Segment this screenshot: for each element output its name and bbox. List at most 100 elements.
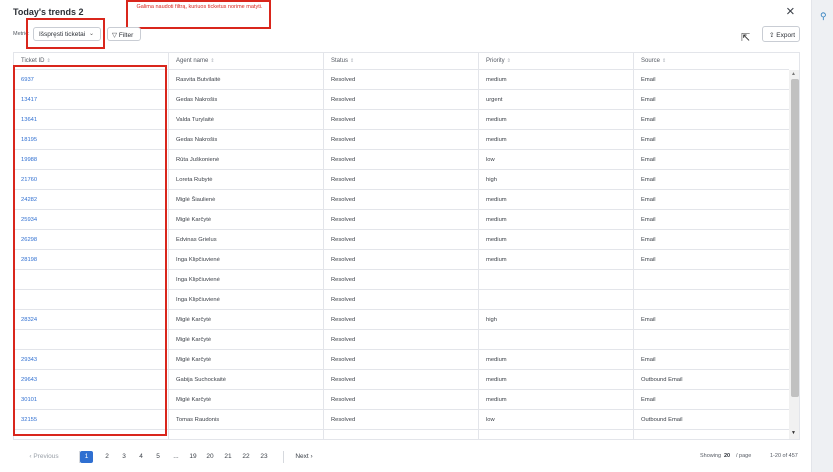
page-button[interactable]: 1: [80, 451, 93, 463]
column-header-label: Priority: [486, 58, 505, 64]
page-button[interactable]: 23: [257, 451, 271, 463]
ticket-id-link[interactable]: 25934: [14, 210, 169, 230]
side-panel-icon[interactable]: ⚲: [820, 11, 827, 22]
scroll-up-icon[interactable]: ▲: [791, 71, 796, 77]
column-header-status[interactable]: Status ⇕: [324, 53, 479, 70]
tickets-table: Ticket ID ⇕ Agent name ⇕ Status ⇕ Priority ⇕…: [13, 52, 800, 440]
metric-select[interactable]: Išspręsti ticketai ⌄: [33, 27, 101, 41]
status-cell: Resolved: [324, 330, 479, 350]
agent-name-cell: Edvinas Grielus: [169, 230, 324, 250]
table-row[interactable]: 32155 Tomas Raudonis Resolved low Outbound E…: [14, 410, 789, 430]
ticket-id-link[interactable]: 13641: [14, 110, 169, 130]
agent-name-cell: Loreta Rubytė: [169, 170, 324, 190]
column-header-priority[interactable]: Priority ⇕: [479, 53, 634, 70]
ticket-id-link[interactable]: 6937: [14, 70, 169, 90]
filter-button[interactable]: ▽ Filter: [107, 27, 141, 41]
previous-page-button[interactable]: ‹ Previous: [21, 451, 67, 463]
export-icon: ⇪: [769, 32, 775, 39]
priority-cell: medium: [479, 390, 634, 410]
source-cell: Email: [641, 77, 656, 83]
ticket-id-link[interactable]: 19988: [14, 150, 169, 170]
agent-name-cell: Rasvita Butvilaitė: [169, 70, 324, 90]
table-row[interactable]: 24282 Miglė Šiaulienė Resolved medium Email: [14, 190, 789, 210]
table-row[interactable]: 26298 Edvinas Grielus Resolved medium Email: [14, 230, 789, 250]
page-button[interactable]: 19: [186, 451, 200, 463]
ticket-id-link[interactable]: 29343: [14, 350, 169, 370]
table-row[interactable]: 13641 Valda Turylaitė Resolved medium Email: [14, 110, 789, 130]
page-button[interactable]: 22: [239, 451, 253, 463]
page-button[interactable]: 3: [117, 451, 131, 463]
next-page-button[interactable]: Next ›: [289, 451, 319, 463]
source-cell: Email: [641, 197, 656, 203]
export-button-label: Export: [776, 32, 796, 39]
table-row[interactable]: 25934 Miglė Karčytė Resolved medium Email: [14, 210, 789, 230]
page-button[interactable]: 20: [203, 451, 217, 463]
ticket-id-link: [14, 330, 169, 350]
chevron-down-icon: ⌄: [88, 31, 94, 37]
mouse-cursor-icon: ⇱: [741, 32, 751, 44]
table-row[interactable]: 13417 Gedas Nakrošis Resolved urgent Email: [14, 90, 789, 110]
priority-cell: medium: [479, 190, 634, 210]
agent-name-cell: Rūta Juškonienė: [169, 150, 324, 170]
priority-cell: [479, 430, 634, 439]
ticket-id-link[interactable]: 21760: [14, 170, 169, 190]
table-row[interactable]: 29643 Gabija Suchockaitė Resolved medium Out…: [14, 370, 789, 390]
status-cell: Resolved: [324, 210, 479, 230]
source-cell: Email: [641, 117, 656, 123]
table-row[interactable]: 6937 Rasvita Butvilaitė Resolved medium Emai…: [14, 70, 789, 90]
status-cell: Resolved: [324, 90, 479, 110]
table-row[interactable]: 28324 Miglė Karčytė Resolved high Email: [14, 310, 789, 330]
showing-label: Showing: [700, 453, 722, 459]
page-button[interactable]: 21: [221, 451, 235, 463]
page-button[interactable]: 5: [151, 451, 165, 463]
column-header-source[interactable]: Source ⇕: [634, 53, 789, 70]
per-page-select[interactable]: 20: [724, 453, 730, 459]
ticket-id-link[interactable]: 29643: [14, 370, 169, 390]
ticket-id-link[interactable]: 28324: [14, 310, 169, 330]
source-cell: Email: [641, 97, 656, 103]
agent-name-cell: Inga Klipčiuvienė: [169, 270, 324, 290]
ticket-id-link[interactable]: 18195: [14, 130, 169, 150]
sort-icon: ⇕: [210, 58, 215, 64]
table-row[interactable]: 19988 Rūta Juškonienė Resolved low Email: [14, 150, 789, 170]
ticket-id-link[interactable]: 28198: [14, 250, 169, 270]
modal-title: Today's trends 2: [13, 7, 84, 17]
table-row[interactable]: 21760 Loreta Rubytė Resolved high Email: [14, 170, 789, 190]
table-row[interactable]: 18195 Gedas Nakrošis Resolved medium Email: [14, 130, 789, 150]
scrollbar-thumb[interactable]: [791, 79, 799, 397]
status-cell: Resolved: [324, 350, 479, 370]
page-button[interactable]: 2: [100, 451, 114, 463]
table-row[interactable]: [14, 430, 789, 439]
agent-name-cell: Miglė Šiaulienė: [169, 190, 324, 210]
ticket-id-link[interactable]: 13417: [14, 90, 169, 110]
table-row[interactable]: 28198 Inga Klipčiuvienė Resolved medium Emai…: [14, 250, 789, 270]
source-cell: Email: [641, 137, 656, 143]
export-button[interactable]: ⇪ Export: [762, 26, 800, 42]
page-button[interactable]: 4: [134, 451, 148, 463]
status-cell: Resolved: [324, 150, 479, 170]
table-row[interactable]: Miglė Karčytė Resolved: [14, 330, 789, 350]
table-row[interactable]: 30101 Miglė Karčytė Resolved medium Email: [14, 390, 789, 410]
ticket-id-link[interactable]: 30101: [14, 390, 169, 410]
table-row[interactable]: 29343 Miglė Karčytė Resolved medium Email: [14, 350, 789, 370]
page-ellipsis: ...: [173, 453, 179, 460]
close-icon[interactable]: ×: [786, 4, 795, 19]
scroll-down-icon[interactable]: ▼: [791, 430, 796, 436]
status-cell: Resolved: [324, 170, 479, 190]
agent-name-cell: Inga Klipčiuvienė: [169, 290, 324, 310]
table-row[interactable]: Inga Klipčiuvienė Resolved: [14, 270, 789, 290]
ticket-id-link[interactable]: 24282: [14, 190, 169, 210]
ticket-id-link[interactable]: 32155: [14, 410, 169, 430]
priority-cell: medium: [479, 350, 634, 370]
status-cell: Resolved: [324, 410, 479, 430]
source-cell: Outbound Email: [641, 417, 683, 423]
priority-cell: medium: [479, 130, 634, 150]
table-row[interactable]: Inga Klipčiuvienė Resolved: [14, 290, 789, 310]
status-cell: Resolved: [324, 250, 479, 270]
ticket-id-link[interactable]: 26298: [14, 230, 169, 250]
column-header-agent-name[interactable]: Agent name ⇕: [169, 53, 324, 70]
column-header-ticket-id[interactable]: Ticket ID ⇕: [14, 53, 169, 70]
status-cell: Resolved: [324, 270, 479, 290]
source-cell: Outbound Email: [641, 377, 683, 383]
ticket-id-link: [14, 270, 169, 290]
